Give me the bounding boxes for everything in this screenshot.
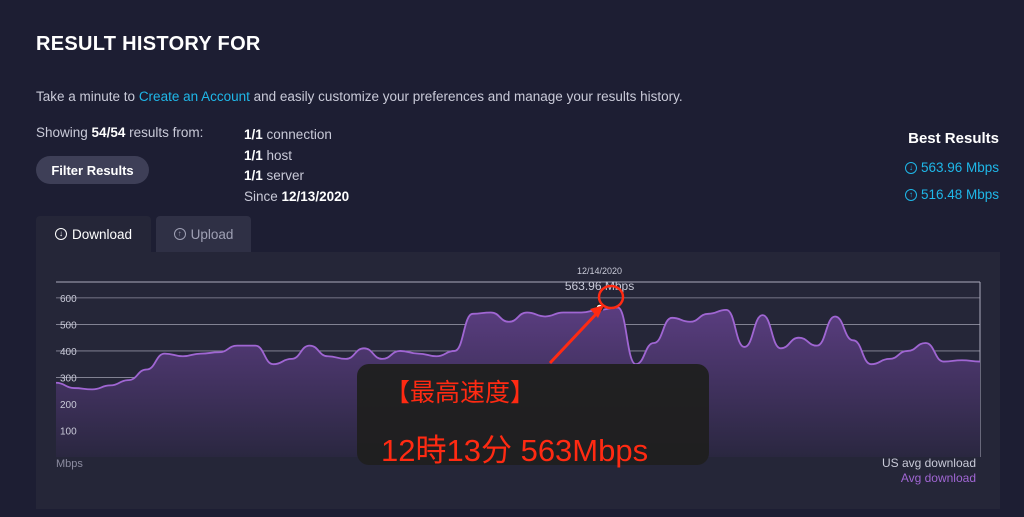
stat-since: Since 12/13/2020 [244,187,349,208]
filter-results-button[interactable]: Filter Results [36,156,149,184]
stat-connection: 1/1 connection [244,125,349,146]
best-upload-value: 516.48 Mbps [920,187,999,202]
stat-label: server [262,168,305,183]
intro-suffix: and easily customize your preferences an… [249,89,683,104]
stat-server: 1/1 server [244,166,349,187]
peak-value-label: 563.96 Mbps [565,279,634,293]
y-tick-label: 300 [60,373,77,384]
peak-date-label: 12/14/2020 [577,266,622,276]
stat-label: host [262,147,293,163]
download-arrow-icon: ↓ [904,161,917,174]
stat-value: 1/1 [244,127,263,142]
y-tick-label: 400 [60,347,77,358]
results-count: Showing 54/54 results from: [36,125,203,140]
filter-stats: 1/1 connection 1/1 host 1/1 server Since… [244,125,349,207]
create-account-link[interactable]: Create an Account [139,89,250,104]
stat-host: 1/1 host [244,146,349,167]
stat-value: 1/1 [244,147,263,163]
annotation-title: 【最高速度】 [385,379,536,407]
upload-arrow-icon: ↑ [904,188,917,201]
intro-text: Take a minute to Create an Account and e… [36,89,683,104]
stat-value: 1/1 [244,168,263,183]
best-download: ↓ 563.96 Mbps [904,160,999,175]
tab-download-label: Download [71,226,133,242]
tab-download[interactable]: ↓ Download [36,216,151,252]
best-upload: ↑ 516.48 Mbps [904,187,999,202]
peak-point[interactable] [595,303,604,312]
y-tick-label: 100 [60,426,77,437]
best-download-value: 563.96 Mbps [920,160,999,175]
intro-prefix: Take a minute to [36,89,139,104]
download-icon: ↓ [54,228,67,240]
showing-prefix: Showing [36,125,92,140]
y-tick-label: 200 [60,400,77,411]
stat-label: Since [244,188,278,204]
results-count-value: 54/54 [91,125,126,140]
tab-upload[interactable]: ↑ Upload [156,216,251,252]
best-results-title: Best Results [908,130,999,147]
page-title: RESULT HISTORY FOR [36,33,261,55]
upload-icon: ↑ [173,228,186,240]
tab-upload-label: Upload [190,226,234,242]
legend-us-avg: US avg download [882,456,976,470]
stat-label: connection [262,127,332,142]
stat-value: 12/13/2020 [277,188,350,204]
y-tick-label: 600 [60,294,77,305]
y-tick-label: 500 [60,320,77,331]
legend-avg-download: Avg download [901,471,976,485]
showing-suffix: results from: [125,125,204,140]
y-axis-unit: Mbps [56,458,83,470]
annotation-detail: 12時13分 563Mbps [381,433,649,468]
